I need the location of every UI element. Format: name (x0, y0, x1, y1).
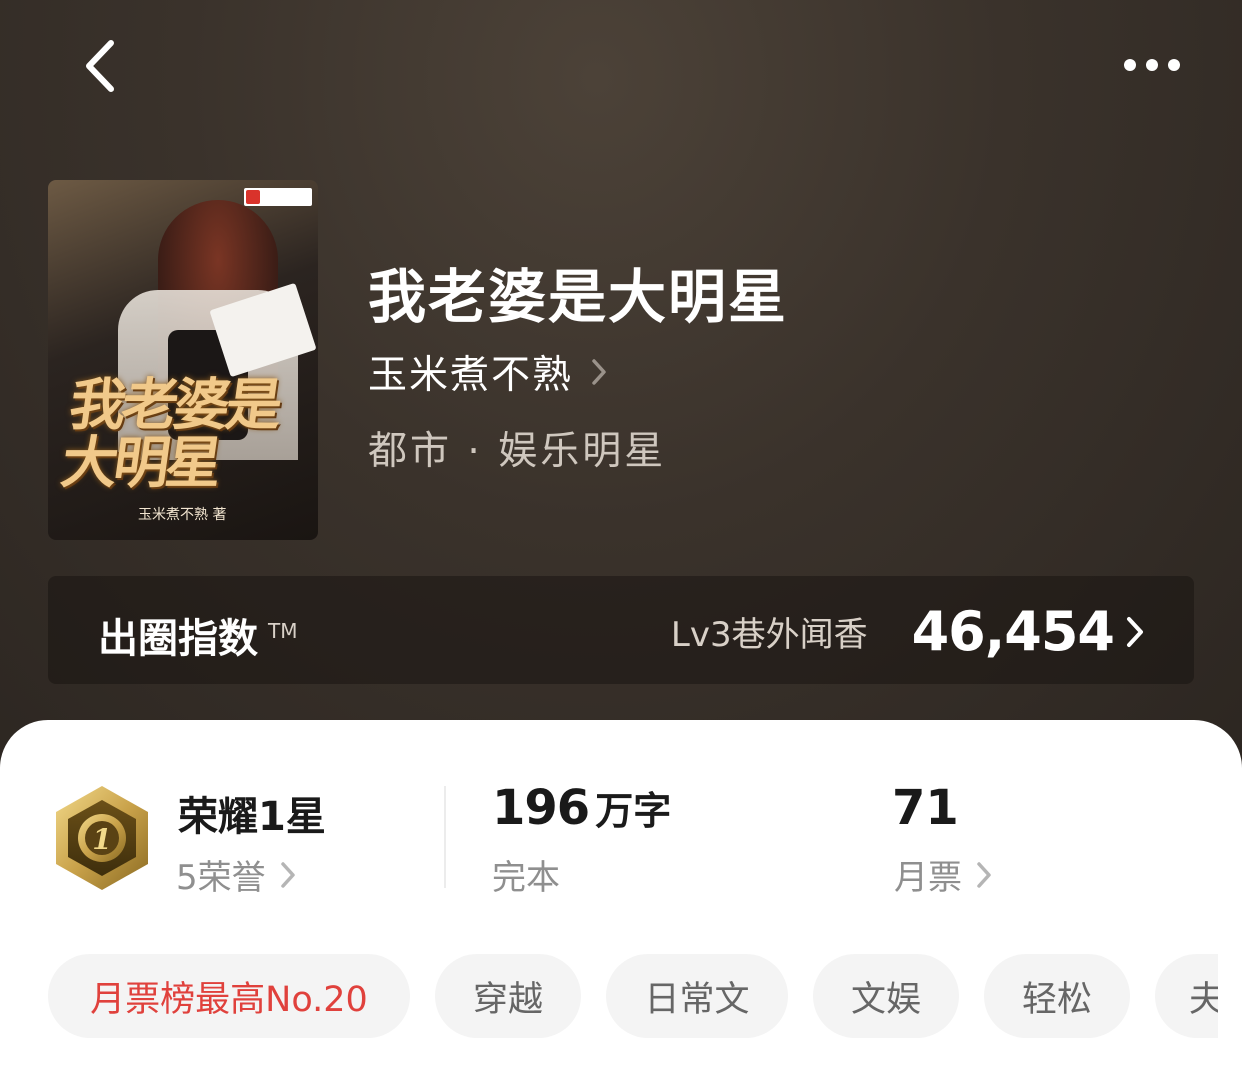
cover-author: 玉米煮不熟 著 (138, 507, 227, 523)
monthly-votes-count: 71 (892, 780, 959, 836)
tag-item[interactable]: 轻松 (984, 954, 1130, 1038)
author-link[interactable]: 玉米煮不熟 (368, 344, 607, 400)
book-cover[interactable]: 我老婆是大明星 玉米煮不熟 著 (48, 180, 318, 540)
honor-title: 荣耀1星 (178, 794, 326, 840)
medal-number: 1 (92, 823, 111, 856)
book-header: 我老婆是大明星 玉米煮不熟 著 我老婆是大明星 玉米煮不熟 都市 · 娱乐明星 … (0, 0, 1242, 780)
tag-rank[interactable]: 月票榜最高No.20 (48, 954, 410, 1038)
honor-count: 5荣誉 (176, 858, 266, 898)
completion-status: 完本 (492, 858, 560, 898)
chevron-right-icon (1127, 616, 1143, 647)
tag-item[interactable]: 日常文 (606, 954, 788, 1038)
tag-item[interactable]: 夫 (1155, 954, 1218, 1038)
honor-link[interactable]: 5荣誉 (176, 850, 296, 899)
word-count-unit: 万字 (595, 789, 672, 833)
cover-title: 我老婆是大明星 (57, 372, 283, 496)
tag-item[interactable]: 穿越 (435, 954, 581, 1038)
publisher-logo (244, 188, 312, 206)
index-label-text: 出圈指数 (98, 616, 258, 662)
monthly-votes-link[interactable]: 月票 (894, 850, 992, 899)
monthly-votes-label: 月票 (894, 858, 962, 898)
popularity-index-bar[interactable]: 出圈指数 TM Lv3巷外闻香 46,454 (48, 576, 1194, 684)
chevron-right-icon (977, 861, 991, 888)
more-horizontal-icon (1124, 59, 1180, 71)
chevron-left-icon (86, 40, 114, 92)
author-name: 玉米煮不熟 (368, 353, 574, 398)
book-title: 我老婆是大明星 (368, 263, 789, 331)
tag-item[interactable]: 文娱 (813, 954, 959, 1038)
chevron-right-icon (280, 861, 295, 888)
back-button[interactable] (70, 36, 130, 96)
chevron-right-icon (592, 359, 606, 385)
tag-list: 月票榜最高No.20 穿越 日常文 文娱 轻松 夫 (48, 954, 1218, 1040)
index-label: 出圈指数 TM (98, 606, 297, 664)
word-count: 196 万字 (492, 780, 671, 836)
word-count-number: 196 (492, 780, 590, 836)
honor-medal-icon: 1 (56, 786, 148, 890)
trademark-mark: TM (268, 618, 298, 643)
more-button[interactable] (1112, 40, 1192, 90)
index-score: 46,454 (911, 600, 1115, 663)
stats-divider (444, 786, 446, 888)
book-category: 都市 · 娱乐明星 (368, 429, 667, 474)
index-value-group: Lv3巷外闻香 46,454 (671, 600, 1144, 663)
index-level: Lv3巷外闻香 (670, 615, 868, 655)
